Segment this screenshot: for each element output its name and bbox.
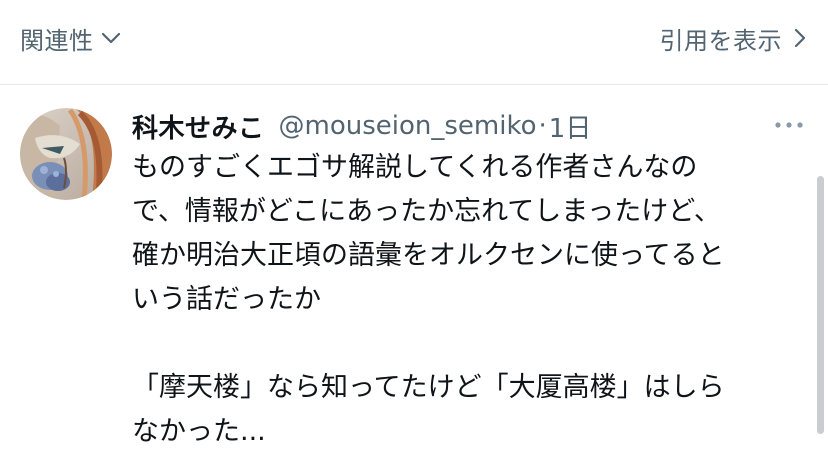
more-options-button[interactable] xyxy=(772,110,806,140)
view-quotes-label: 引用を表示 xyxy=(659,26,782,55)
tweet[interactable]: 科木せみこ @mouseion_semiko · 1日 ものすごくエゴサ解説して… xyxy=(0,86,828,447)
reply-header-bar: 関連性 引用を表示 xyxy=(0,0,828,85)
chevron-right-icon xyxy=(794,28,806,48)
tweet-line: いう話だったか xyxy=(132,284,321,315)
username-handle[interactable]: @mouseion_semiko xyxy=(279,111,537,141)
tweet-line: なかった... xyxy=(132,416,266,447)
more-horizontal-icon xyxy=(775,122,803,128)
scrollbar[interactable] xyxy=(817,176,824,434)
avatar[interactable] xyxy=(20,108,112,200)
separator-dot: · xyxy=(538,111,547,141)
sort-relevance-button[interactable]: 関連性 xyxy=(20,18,122,58)
tweet-line: で、情報がどこにあったか忘れてしまったけど、 xyxy=(132,196,721,227)
chevron-down-icon xyxy=(101,32,120,44)
sort-label: 関連性 xyxy=(20,26,94,55)
tweet-text: ものすごくエゴサ解説してくれる作者さんなの で、情報がどこにあったか忘れてしまっ… xyxy=(132,146,802,454)
tweet-line: 確か明治大正頃の語彙をオルクセンに使ってると xyxy=(132,240,725,271)
display-name[interactable]: 科木せみこ xyxy=(132,108,265,145)
view-quotes-button[interactable]: 引用を表示 xyxy=(660,18,809,58)
tweet-header: 科木せみこ @mouseion_semiko · 1日 xyxy=(132,108,591,144)
timestamp[interactable]: 1日 xyxy=(549,108,592,145)
tweet-line: ものすごくエゴサ解説してくれる作者さんなの xyxy=(132,152,698,183)
tweet-line: 「摩天楼」なら知ってたけど「大厦高楼」はしら xyxy=(132,372,725,403)
